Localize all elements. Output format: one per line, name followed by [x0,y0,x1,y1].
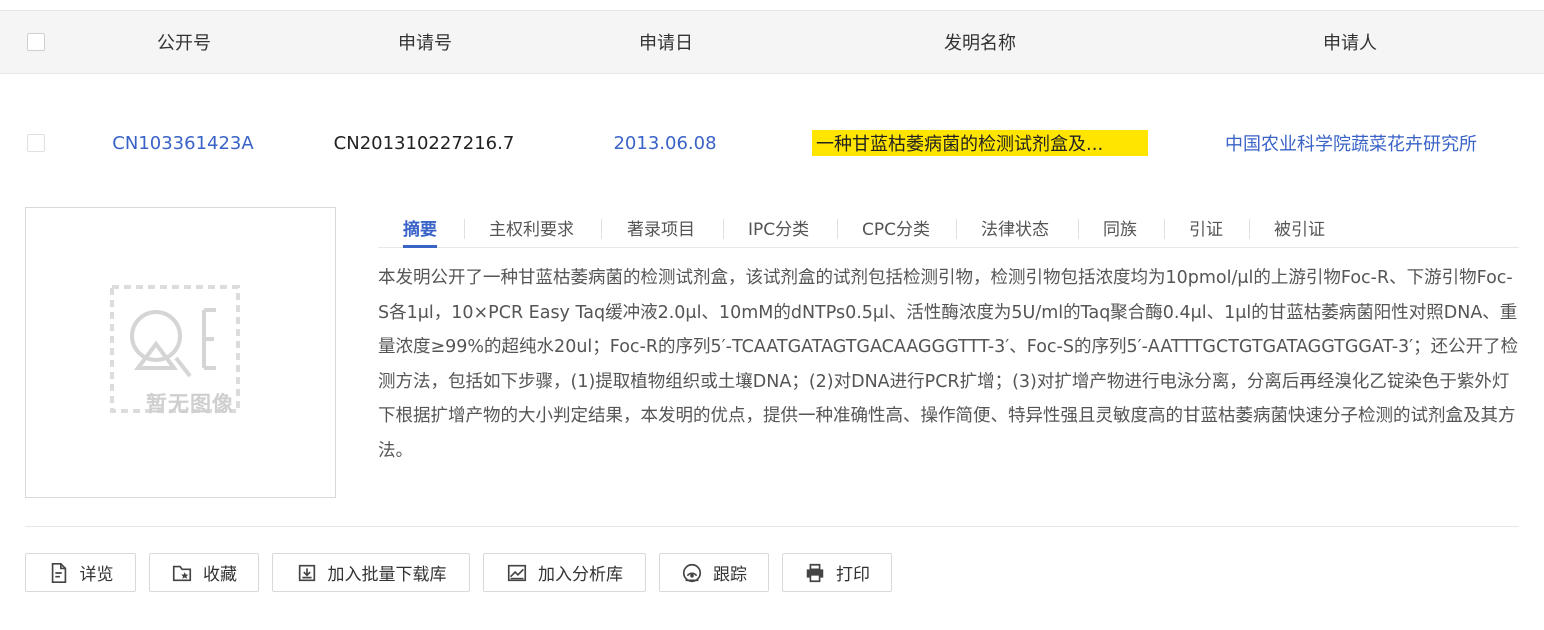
row-checkbox[interactable] [27,134,45,152]
track-button[interactable]: 跟踪 [659,553,769,592]
detail-tabs: 摘要 主权利要求 著录项目 IPC分类 CPC分类 法律状态 同族 引证 被引证 [378,207,1519,248]
table-row: CN103361423A CN201310227216.7 2013.06.08… [0,108,1544,178]
tab-ipc[interactable]: IPC分类 [748,207,809,247]
app-no: CN201310227216.7 [333,132,515,154]
divider [25,526,1519,527]
tab-family[interactable]: 同族 [1103,207,1137,247]
pub-no-link[interactable]: CN103361423A [83,108,283,178]
favorite-label: 收藏 [203,565,237,585]
column-header-app-no[interactable]: 申请号 [325,11,525,73]
folder-star-icon [172,565,192,581]
title-cell: 一种甘蓝枯萎病菌的检测试剂盒及... [812,108,1152,178]
chart-image-icon [507,564,527,581]
tab-legal-status[interactable]: 法律状态 [981,207,1049,247]
select-all-checkbox[interactable] [27,33,45,51]
column-header-pub-no[interactable]: 公开号 [84,11,284,73]
print-label: 打印 [836,565,870,585]
tab-bibliographic[interactable]: 著录项目 [627,207,695,247]
column-header-title[interactable]: 发明名称 [830,11,1130,73]
tab-citations[interactable]: 引证 [1189,207,1223,247]
detail-label: 详览 [79,565,114,585]
radar-icon [682,563,702,582]
detail-button[interactable]: 详览 [25,553,136,592]
track-label: 跟踪 [713,565,747,585]
title-link[interactable]: 一种甘蓝枯萎病菌的检测试剂盒及... [812,130,1148,156]
printer-icon [806,563,824,582]
download-tray-icon [298,564,315,581]
tab-main-claim[interactable]: 主权利要求 [489,207,574,247]
tab-abstract[interactable]: 摘要 [403,207,437,248]
abstract-text: 本发明公开了一种甘蓝枯萎病菌的检测试剂盒，该试剂盒的试剂包括检测引物，检测引物包… [378,268,1519,461]
column-header-app-date[interactable]: 申请日 [566,11,766,73]
batch-download-button[interactable]: 加入批量下载库 [272,553,470,592]
batch-download-label: 加入批量下载库 [327,565,447,585]
placeholder-text: 暂无图像 [146,392,234,416]
app-date-link[interactable]: 2013.06.08 [565,108,765,178]
analysis-button[interactable]: 加入分析库 [483,553,646,592]
tab-cpc[interactable]: CPC分类 [862,207,930,247]
analysis-label: 加入分析库 [538,565,623,585]
image-placeholder: 暂无图像 [25,207,336,498]
column-header-applicant[interactable]: 申请人 [1200,11,1500,73]
table-header: 公开号 申请号 申请日 发明名称 申请人 [0,10,1544,74]
document-icon [51,562,66,583]
tab-cited-by[interactable]: 被引证 [1274,207,1325,247]
favorite-button[interactable]: 收藏 [149,553,259,592]
applicant-link[interactable]: 中国农业科学院蔬菜花卉研究所 [1201,108,1501,178]
print-button[interactable]: 打印 [782,553,892,592]
no-image-icon [110,285,240,413]
